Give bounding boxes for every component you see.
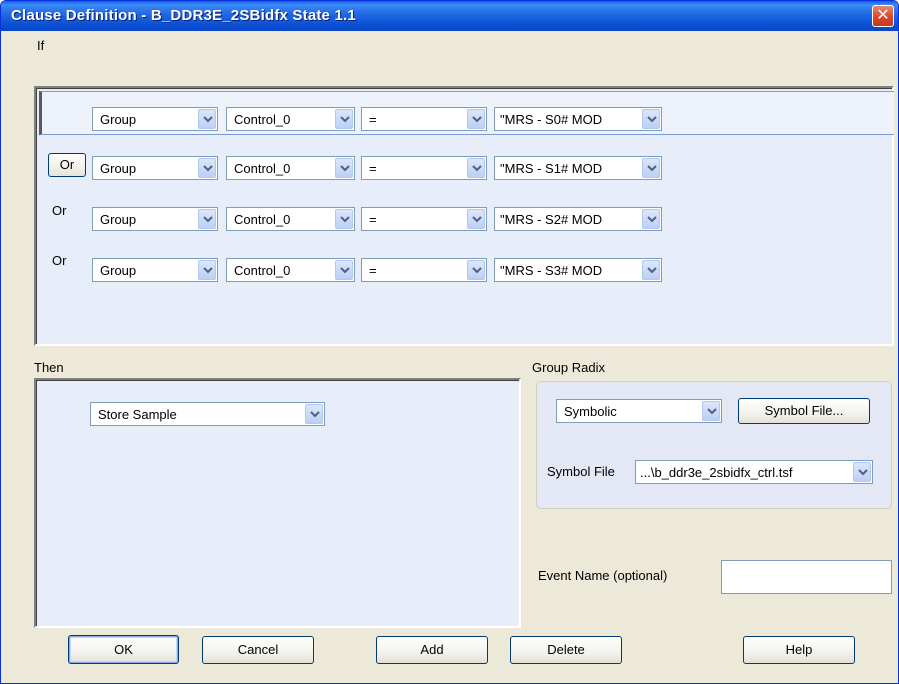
symbol-file-label: Symbol File	[547, 464, 615, 479]
symbol-file-dropdown[interactable]: ...\b_ddr3e_2sbidfx_ctrl.tsf	[635, 460, 873, 484]
row-3-operator-dropdown[interactable]: =	[361, 207, 487, 231]
chevron-down-icon[interactable]	[467, 260, 485, 280]
chevron-down-icon[interactable]	[642, 109, 660, 129]
row-3-value: "MRS - S2# MOD	[500, 212, 603, 227]
event-name-label: Event Name (optional)	[538, 568, 668, 583]
row-2-value-dropdown[interactable]: "MRS - S1# MOD	[494, 156, 662, 180]
if-label: If	[37, 38, 45, 53]
row-1-value: "MRS - S0# MOD	[500, 112, 603, 127]
add-button[interactable]: Add	[376, 636, 488, 664]
row-4-group-dropdown[interactable]: Group	[92, 258, 218, 282]
row-4-signal-value: Control_0	[234, 263, 291, 278]
then-action-dropdown[interactable]: Store Sample	[90, 402, 325, 426]
dialog-client: If Group Control_0 = "MRS - S0# MOD Or G…	[1, 31, 898, 683]
chevron-down-icon[interactable]	[467, 158, 485, 178]
row-3-group-dropdown[interactable]: Group	[92, 207, 218, 231]
row-3-group-value: Group	[100, 212, 137, 227]
event-name-input[interactable]	[721, 560, 892, 594]
chevron-down-icon[interactable]	[198, 209, 216, 229]
chevron-down-icon[interactable]	[305, 404, 323, 424]
close-icon[interactable]: ✕	[872, 5, 894, 27]
chevron-down-icon[interactable]	[642, 158, 660, 178]
row-3-or-label: Or	[52, 203, 67, 218]
then-label: Then	[34, 360, 64, 375]
row-2-signal-dropdown[interactable]: Control_0	[226, 156, 355, 180]
help-button[interactable]: Help	[743, 636, 855, 664]
row-4-operator-value: =	[369, 263, 377, 278]
row-4-group-value: Group	[100, 263, 137, 278]
chevron-down-icon[interactable]	[198, 109, 216, 129]
radix-value: Symbolic	[564, 404, 617, 419]
chevron-down-icon[interactable]	[335, 260, 353, 280]
row-1-signal-dropdown[interactable]: Control_0	[226, 107, 355, 131]
chevron-down-icon[interactable]	[335, 158, 353, 178]
row-1-operator-dropdown[interactable]: =	[361, 107, 487, 131]
window-title: Clause Definition - B_DDR3E_2SBidfx Stat…	[11, 7, 356, 24]
or-toggle-button[interactable]: Or	[48, 153, 86, 177]
chevron-down-icon[interactable]	[642, 209, 660, 229]
row-3-signal-dropdown[interactable]: Control_0	[226, 207, 355, 231]
row-1-value-dropdown[interactable]: "MRS - S0# MOD	[494, 107, 662, 131]
chevron-down-icon[interactable]	[198, 158, 216, 178]
cancel-button[interactable]: Cancel	[202, 636, 314, 664]
chevron-down-icon[interactable]	[642, 260, 660, 280]
row-4-value-dropdown[interactable]: "MRS - S3# MOD	[494, 258, 662, 282]
symbol-file-value: ...\b_ddr3e_2sbidfx_ctrl.tsf	[640, 465, 793, 480]
then-action-value: Store Sample	[98, 407, 177, 422]
ok-button[interactable]: OK	[68, 635, 179, 664]
row-2-value: "MRS - S1# MOD	[500, 161, 603, 176]
chevron-down-icon[interactable]	[335, 209, 353, 229]
chevron-down-icon[interactable]	[853, 462, 871, 482]
group-radix-label: Group Radix	[532, 360, 605, 375]
row-2-operator-value: =	[369, 161, 377, 176]
row-4-operator-dropdown[interactable]: =	[361, 258, 487, 282]
row-3-value-dropdown[interactable]: "MRS - S2# MOD	[494, 207, 662, 231]
row-2-signal-value: Control_0	[234, 161, 291, 176]
row-4-or-label: Or	[52, 253, 67, 268]
row-1-operator-value: =	[369, 112, 377, 127]
chevron-down-icon[interactable]	[702, 401, 720, 421]
delete-button[interactable]: Delete	[510, 636, 622, 664]
title-bar[interactable]: Clause Definition - B_DDR3E_2SBidfx Stat…	[1, 1, 898, 31]
radix-dropdown[interactable]: Symbolic	[556, 399, 722, 423]
row-2-group-dropdown[interactable]: Group	[92, 156, 218, 180]
row-1-group-dropdown[interactable]: Group	[92, 107, 218, 131]
chevron-down-icon[interactable]	[335, 109, 353, 129]
row-2-group-value: Group	[100, 161, 137, 176]
row-4-value: "MRS - S3# MOD	[500, 263, 603, 278]
row-3-operator-value: =	[369, 212, 377, 227]
clause-definition-dialog: Clause Definition - B_DDR3E_2SBidfx Stat…	[0, 0, 899, 684]
row-2-operator-dropdown[interactable]: =	[361, 156, 487, 180]
row-1-group-value: Group	[100, 112, 137, 127]
chevron-down-icon[interactable]	[467, 209, 485, 229]
chevron-down-icon[interactable]	[467, 109, 485, 129]
row-3-signal-value: Control_0	[234, 212, 291, 227]
symbol-file-button[interactable]: Symbol File...	[738, 398, 870, 424]
row-1-signal-value: Control_0	[234, 112, 291, 127]
chevron-down-icon[interactable]	[198, 260, 216, 280]
row-4-signal-dropdown[interactable]: Control_0	[226, 258, 355, 282]
